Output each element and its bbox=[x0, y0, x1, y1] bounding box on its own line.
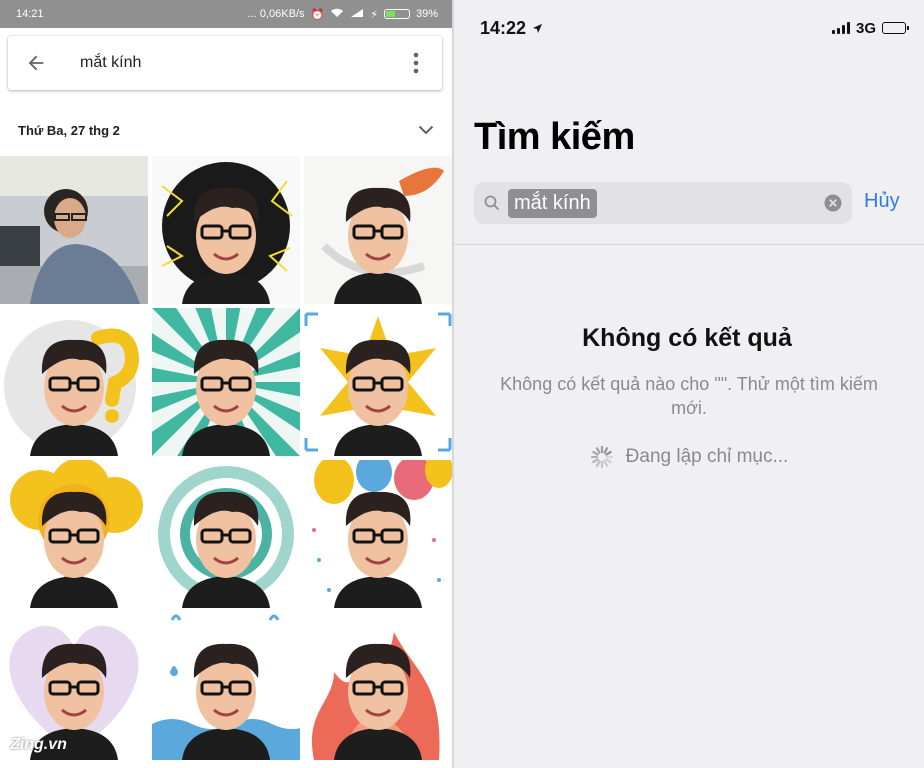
search-field[interactable]: mắt kính bbox=[474, 182, 852, 224]
spinner-icon bbox=[590, 445, 613, 469]
photo-thumbnail[interactable] bbox=[0, 156, 148, 304]
photo-grid bbox=[0, 156, 452, 760]
photo-thumbnail[interactable] bbox=[152, 612, 300, 760]
photo-thumbnail[interactable] bbox=[152, 460, 300, 608]
android-photos-screen: 14:21 ... 0,06KB/s ⏰ ⚡ 39% mắt kính Thứ … bbox=[0, 0, 452, 768]
indexing-status: Đang lập chỉ mục... bbox=[454, 444, 924, 470]
photo-thumbnail[interactable] bbox=[304, 156, 452, 304]
magnifier-icon bbox=[484, 195, 500, 211]
photo-thumbnail[interactable] bbox=[0, 460, 148, 608]
charging-icon: ⚡ bbox=[370, 8, 378, 21]
photo-thumbnail[interactable] bbox=[152, 156, 300, 304]
page-title: Tìm kiếm bbox=[474, 116, 635, 158]
date-label: Thứ Ba, 27 thg 2 bbox=[18, 122, 120, 138]
android-status-bar: 14:21 ... 0,06KB/s ⏰ ⚡ 39% bbox=[0, 0, 452, 28]
separator bbox=[454, 244, 924, 245]
wifi-icon bbox=[330, 8, 344, 21]
photo-thumbnail[interactable] bbox=[0, 308, 148, 456]
cancel-button[interactable]: Hủy bbox=[864, 190, 900, 213]
battery-charging-icon bbox=[882, 22, 909, 34]
ios-search-screen: 14:22 3G Tìm kiếm mắt kính Hủy Không có … bbox=[454, 0, 924, 768]
no-results-title: Không có kết quả bbox=[582, 324, 792, 352]
watermark-logo: Zing.vn bbox=[10, 736, 67, 753]
network-type: 3G bbox=[855, 19, 876, 37]
chevron-down-icon bbox=[418, 125, 434, 135]
back-button[interactable] bbox=[8, 36, 64, 90]
cellular-signal-icon bbox=[831, 22, 850, 34]
search-bar: mắt kính bbox=[8, 36, 442, 90]
search-query-text[interactable]: mắt kính bbox=[508, 188, 597, 218]
photo-thumbnail[interactable] bbox=[304, 308, 452, 456]
ios-status-time: 14:22 bbox=[480, 17, 527, 38]
android-status-time: 14:21 bbox=[16, 8, 44, 20]
no-results-description: Không có kết quả nào cho "". Thử một tìm… bbox=[500, 374, 878, 418]
arrow-left-icon bbox=[28, 55, 44, 71]
more-vert-icon bbox=[413, 52, 419, 74]
location-arrow-icon bbox=[532, 23, 543, 33]
network-speed: ... 0,06KB/s bbox=[247, 8, 305, 20]
battery-percent: 39% bbox=[415, 8, 438, 20]
photo-thumbnail[interactable] bbox=[304, 460, 452, 608]
photo-thumbnail[interactable] bbox=[152, 308, 300, 456]
alarm-icon: ⏰ bbox=[310, 8, 325, 21]
battery-icon bbox=[383, 9, 410, 19]
indexing-label: Đang lập chỉ mục... bbox=[625, 446, 789, 467]
photo-thumbnail[interactable] bbox=[304, 612, 452, 760]
search-input[interactable]: mắt kính bbox=[64, 54, 390, 72]
ios-status-bar: 14:22 3G bbox=[454, 0, 924, 56]
signal-icon bbox=[350, 8, 364, 21]
more-options-button[interactable] bbox=[390, 36, 442, 90]
clear-search-icon[interactable] bbox=[824, 194, 842, 212]
date-section-header[interactable]: Thứ Ba, 27 thg 2 bbox=[0, 110, 452, 150]
